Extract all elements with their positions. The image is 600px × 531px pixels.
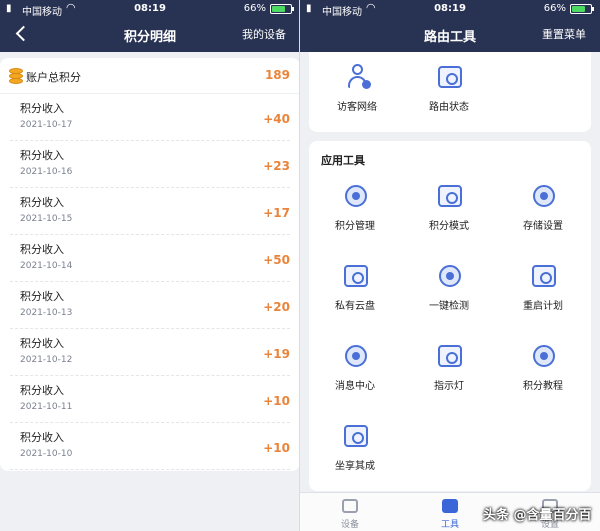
- points-record-row: 积分收入 2021-10-17 +40: [10, 94, 290, 141]
- app-tools-section: 应用工具 积分管理 积分模式 存储设置私有云盘 一键检测 重启计划消息中心 指示灯 积分教程…: [309, 141, 591, 491]
- points-record-row: 积分收入 2021-10-10 +10: [10, 423, 290, 470]
- record-title: 积分收入: [20, 243, 64, 256]
- tool-label: 指示灯: [434, 381, 464, 392]
- record-points: +10: [263, 394, 290, 408]
- tool-label: 一键检测: [429, 301, 469, 312]
- record-date: 2021-10-16: [20, 167, 73, 177]
- record-title: 积分收入: [20, 102, 64, 115]
- record-date: 2021-10-13: [20, 308, 73, 318]
- network-tools-section: 访客网络 路由状态: [309, 52, 591, 132]
- record-date: 2021-10-10: [20, 449, 73, 459]
- points-record-row: 积分收入 2021-10-15 +17: [10, 188, 290, 235]
- tool-label: 积分管理: [335, 221, 375, 232]
- points-record-row: 积分收入 2021-10-16 +23: [10, 141, 290, 188]
- record-points: +17: [263, 206, 290, 220]
- record-title: 积分收入: [20, 431, 64, 444]
- tool-points-management[interactable]: 积分管理: [311, 183, 399, 243]
- tool-indicator-light[interactable]: 指示灯: [405, 343, 493, 403]
- tool-rocket[interactable]: 坐享其成: [311, 423, 399, 483]
- status-bar: ▮ 中国移动 ◠ 08:19 66%: [300, 0, 600, 18]
- tool-label: 访客网络: [337, 102, 377, 113]
- points-mode-icon: [437, 183, 463, 209]
- one-click-check-icon: [437, 263, 463, 289]
- battery-icon: [270, 4, 294, 14]
- coin-stack-icon: [9, 68, 23, 84]
- storage-settings-icon: [531, 183, 557, 209]
- tool-private-cloud[interactable]: 私有云盘: [311, 263, 399, 323]
- record-points: +10: [263, 441, 290, 455]
- top-bar: ▮ 中国移动 ◠ 08:19 66% 积分明细 我的设备: [0, 0, 299, 52]
- battery-percent: 66%: [243, 3, 266, 14]
- tool-label: 存储设置: [523, 221, 563, 232]
- tool-label: 重启计划: [523, 301, 563, 312]
- points-record-row: 积分收入 2021-10-12 +19: [10, 329, 290, 376]
- reset-menu-button[interactable]: 重置菜单: [542, 26, 586, 42]
- device-icon: [342, 499, 358, 513]
- indicator-light-icon: [437, 343, 463, 369]
- tool-message-center[interactable]: 消息中心: [311, 343, 399, 403]
- my-devices-button[interactable]: 我的设备: [242, 26, 286, 42]
- section-heading: 应用工具: [321, 154, 365, 167]
- tool-storage-settings[interactable]: 存储设置: [499, 183, 587, 243]
- tool-label: 私有云盘: [335, 301, 375, 312]
- record-points: +19: [263, 347, 290, 361]
- message-center-icon: [343, 343, 369, 369]
- tool-label: 积分模式: [429, 221, 469, 232]
- tool-points-tutorial[interactable]: 积分教程: [499, 343, 587, 403]
- record-date: 2021-10-12: [20, 355, 73, 365]
- points-detail-screen: ▮ 中国移动 ◠ 08:19 66% 积分明细 我的设备 账户总积分 189 积…: [0, 0, 300, 531]
- points-card: 账户总积分 189 积分收入 2021-10-17 +40 积分收入 2021-10-1…: [0, 58, 299, 471]
- router-status-icon: [437, 64, 463, 90]
- navigation-bar: 积分明细 我的设备: [0, 18, 299, 52]
- record-title: 积分收入: [20, 337, 64, 350]
- tool-label: 积分教程: [523, 381, 563, 392]
- tool-label: 坐享其成: [335, 461, 375, 472]
- points-tutorial-icon: [531, 343, 557, 369]
- points-record-row: 积分收入 2021-10-14 +50: [10, 235, 290, 282]
- total-points-value: 189: [264, 68, 290, 82]
- record-points: +40: [263, 112, 290, 126]
- guest-network-icon: [345, 64, 371, 90]
- rocket-icon: [343, 423, 369, 449]
- tool-restart-schedule[interactable]: 重启计划: [499, 263, 587, 323]
- record-date: 2021-10-11: [20, 402, 73, 412]
- status-bar: ▮ 中国移动 ◠ 08:19 66%: [0, 0, 299, 18]
- record-title: 积分收入: [20, 384, 64, 397]
- battery-icon: [570, 4, 594, 14]
- record-date: 2021-10-17: [20, 120, 73, 130]
- record-points: +50: [263, 253, 290, 267]
- total-points-label: 账户总积分: [26, 71, 81, 84]
- points-record-row: 积分收入 2021-10-13 +20: [10, 282, 290, 329]
- record-points: +20: [263, 300, 290, 314]
- navigation-bar: 路由工具 重置菜单: [300, 18, 600, 52]
- record-date: 2021-10-15: [20, 214, 73, 224]
- total-points-row: 账户总积分 189: [0, 58, 299, 94]
- tool-label: 路由状态: [429, 102, 469, 113]
- record-title: 积分收入: [20, 196, 64, 209]
- record-points: +23: [263, 159, 290, 173]
- tool-router-status[interactable]: 路由状态: [405, 64, 493, 124]
- private-cloud-icon: [343, 263, 369, 289]
- points-management-icon: [343, 183, 369, 209]
- restart-schedule-icon: [531, 263, 557, 289]
- watermark: 头条 @含量百分百: [483, 508, 592, 523]
- record-date: 2021-10-14: [20, 261, 73, 271]
- router-tools-screen: ▮ 中国移动 ◠ 08:19 66% 路由工具 重置菜单 访客网络 路由状态 应…: [300, 0, 600, 531]
- points-record-row: 积分收入 2021-10-11 +10: [10, 376, 290, 423]
- top-bar: ▮ 中国移动 ◠ 08:19 66% 路由工具 重置菜单: [300, 0, 600, 52]
- tool-guest-network[interactable]: 访客网络: [313, 64, 401, 124]
- tool-points-mode[interactable]: 积分模式: [405, 183, 493, 243]
- toolbox-icon: [442, 499, 458, 513]
- tool-one-click-check[interactable]: 一键检测: [405, 263, 493, 323]
- record-title: 积分收入: [20, 290, 64, 303]
- tool-label: 消息中心: [335, 381, 375, 392]
- record-title: 积分收入: [20, 149, 64, 162]
- battery-percent: 66%: [543, 3, 566, 14]
- tab-label: 设备: [340, 520, 359, 530]
- tab-device[interactable]: 设备: [300, 493, 400, 531]
